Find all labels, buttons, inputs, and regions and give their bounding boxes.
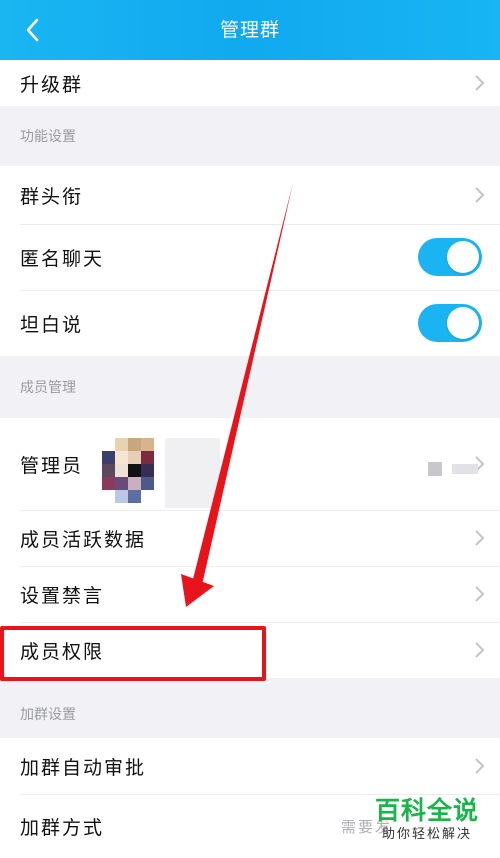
watermark: 百科全说 助你轻松解决 bbox=[368, 796, 486, 844]
admin-label: 管理员 bbox=[20, 454, 84, 477]
section-label-join: 加群设置 bbox=[0, 690, 500, 738]
watermark-subtitle: 助你轻松解决 bbox=[381, 827, 472, 842]
toggle-knob bbox=[447, 307, 479, 339]
auto-approve-label: 加群自动审批 bbox=[20, 756, 147, 779]
set-mute-row[interactable]: 设置禁言 bbox=[0, 566, 500, 622]
admin-avatars-mosaic bbox=[102, 438, 160, 510]
auto-approve-row[interactable]: 加群自动审批 bbox=[0, 738, 500, 794]
chevron-right-icon bbox=[475, 187, 485, 203]
admin-row[interactable]: 管理员 bbox=[0, 418, 500, 510]
upgrade-group-label: 升级群 bbox=[20, 73, 84, 96]
section-label-function: 功能设置 bbox=[0, 106, 500, 166]
chevron-right-icon bbox=[475, 75, 485, 91]
chevron-right-icon bbox=[475, 758, 485, 774]
join-method-label: 加群方式 bbox=[20, 816, 105, 839]
blurred-count bbox=[428, 462, 442, 476]
blurred-count bbox=[452, 464, 478, 474]
group-title-row[interactable]: 群头衔 bbox=[0, 166, 500, 224]
watermark-title: 百科全说 bbox=[374, 796, 479, 825]
member-activity-row[interactable]: 成员活跃数据 bbox=[0, 510, 500, 566]
toggle-knob bbox=[447, 241, 479, 273]
blurred-name bbox=[165, 438, 220, 508]
page-title: 管理群 bbox=[219, 19, 280, 41]
chevron-right-icon bbox=[475, 642, 485, 658]
anonymous-chat-toggle[interactable] bbox=[418, 238, 482, 276]
confession-row: 坦白说 bbox=[0, 290, 500, 356]
highlight-box bbox=[0, 626, 266, 681]
group-title-label: 群头衔 bbox=[20, 185, 84, 208]
section-label-members: 成员管理 bbox=[0, 356, 500, 418]
top-group: 升级群 bbox=[0, 60, 500, 106]
upgrade-group-row[interactable]: 升级群 bbox=[0, 60, 500, 106]
set-mute-label: 设置禁言 bbox=[20, 584, 105, 607]
member-activity-label: 成员活跃数据 bbox=[20, 528, 147, 551]
anonymous-chat-label: 匿名聊天 bbox=[20, 247, 105, 270]
nav-header: 管理群 bbox=[0, 0, 500, 60]
chevron-right-icon bbox=[475, 586, 485, 602]
confession-toggle[interactable] bbox=[418, 304, 482, 342]
chevron-right-icon bbox=[475, 530, 485, 546]
confession-label: 坦白说 bbox=[20, 313, 84, 336]
function-group: 群头衔 匿名聊天 坦白说 bbox=[0, 166, 500, 356]
anonymous-chat-row: 匿名聊天 bbox=[0, 224, 500, 290]
